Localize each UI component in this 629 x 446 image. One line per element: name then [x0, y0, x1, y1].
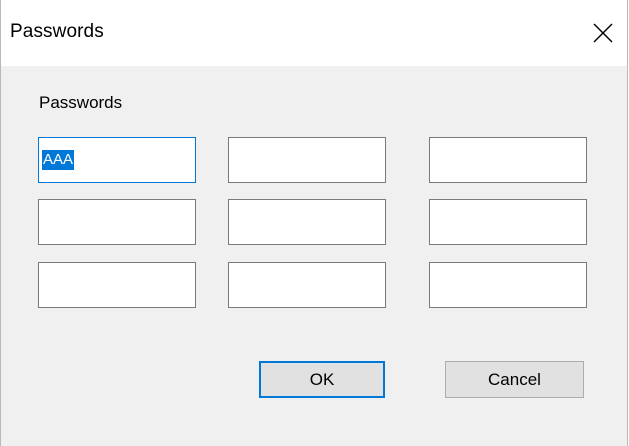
close-icon	[593, 23, 613, 43]
passwords-label: Passwords	[39, 93, 123, 112]
password-field-9[interactable]	[429, 262, 587, 308]
password-field-1[interactable]	[38, 137, 196, 183]
password-field-2[interactable]	[228, 137, 386, 183]
close-button[interactable]	[579, 0, 627, 66]
ok-button[interactable]: OK	[259, 361, 385, 398]
password-field-6[interactable]	[429, 199, 587, 245]
password-field-4[interactable]	[38, 199, 196, 245]
password-field-7[interactable]	[38, 262, 196, 308]
passwords-dialog: Passwords Passwords AAA OK Cancel	[0, 0, 628, 446]
title-bar: Passwords	[1, 0, 627, 66]
window-title: Passwords	[10, 21, 104, 42]
password-field-5[interactable]	[228, 199, 386, 245]
password-field-8[interactable]	[228, 262, 386, 308]
cancel-button[interactable]: Cancel	[445, 361, 584, 398]
password-field-3[interactable]	[429, 137, 587, 183]
